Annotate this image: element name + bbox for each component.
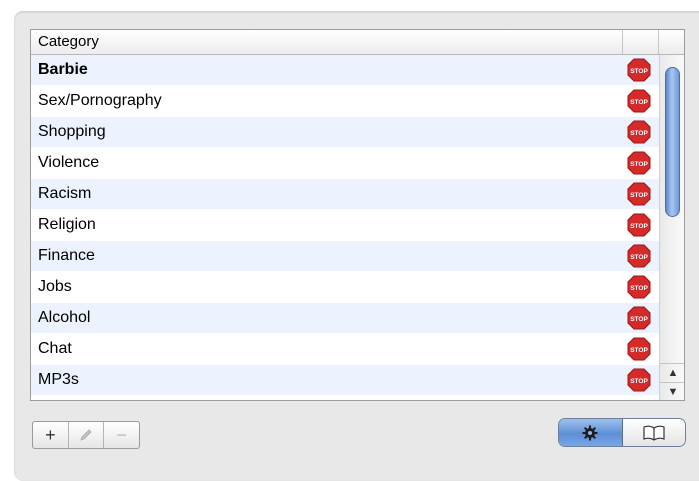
category-label: Racism	[38, 185, 92, 202]
stop-icon-text: STOP	[630, 223, 648, 230]
edit-buttons-group: + −	[32, 421, 140, 449]
add-button[interactable]: +	[33, 422, 69, 448]
stop-icon-text: STOP	[630, 285, 648, 292]
stop-icon-text: STOP	[630, 161, 648, 168]
stop-icon-text: STOP	[630, 130, 648, 137]
scroll-up-button[interactable]: ▲	[660, 363, 684, 382]
stop-icon[interactable]: STOP	[627, 244, 651, 268]
status-column-header[interactable]	[623, 30, 659, 54]
category-table: Category Barbie STOP Sex/Pornography STOP Sh…	[30, 29, 685, 401]
table-row[interactable]: MP3s STOP	[31, 365, 659, 396]
category-label: MP3s	[38, 371, 79, 388]
settings-view-button[interactable]	[559, 419, 623, 446]
stop-icon[interactable]: STOP	[627, 89, 651, 113]
table-row[interactable]: Sex/Pornography STOP	[31, 86, 659, 117]
category-label: Sex/Pornography	[38, 92, 162, 109]
category-label: Chat	[38, 340, 72, 357]
stop-icon-text: STOP	[630, 316, 648, 323]
stop-icon[interactable]: STOP	[627, 182, 651, 206]
category-column-header[interactable]: Category	[31, 30, 623, 54]
stop-icon[interactable]: STOP	[627, 120, 651, 144]
table-rows: Barbie STOP Sex/Pornography STOP Shopping STO…	[31, 55, 659, 396]
view-toggle	[558, 418, 686, 447]
category-label: Jobs	[38, 278, 72, 295]
category-label: Barbie	[38, 61, 88, 78]
stop-icon[interactable]: STOP	[627, 368, 651, 392]
table-row[interactable]: Jobs STOP	[31, 272, 659, 303]
remove-button[interactable]: −	[104, 422, 139, 448]
stop-icon[interactable]: STOP	[627, 151, 651, 175]
stop-icon[interactable]: STOP	[627, 213, 651, 237]
table-row[interactable]: Alcohol STOP	[31, 303, 659, 334]
scrollbar-thumb[interactable]	[665, 67, 680, 217]
stop-icon-text: STOP	[630, 347, 648, 354]
category-label: Alcohol	[38, 309, 91, 326]
category-label: Shopping	[38, 123, 106, 140]
stop-icon[interactable]: STOP	[627, 337, 651, 361]
stop-icon[interactable]: STOP	[627, 58, 651, 82]
table-row[interactable]: Finance STOP	[31, 241, 659, 272]
table-row[interactable]: Racism STOP	[31, 179, 659, 210]
pencil-icon	[80, 429, 92, 441]
table-row[interactable]: Barbie STOP	[31, 55, 659, 86]
book-icon	[643, 425, 665, 441]
category-label: Violence	[38, 154, 100, 171]
table-header: Category	[31, 30, 684, 55]
stop-icon-text: STOP	[630, 99, 648, 106]
table-row[interactable]: Violence STOP	[31, 148, 659, 179]
category-label: Religion	[38, 216, 96, 233]
book-view-button[interactable]	[622, 419, 685, 446]
stop-icon[interactable]: STOP	[627, 306, 651, 330]
category-label: Finance	[38, 247, 95, 264]
stop-icon-text: STOP	[630, 68, 648, 75]
gear-icon	[582, 425, 598, 440]
stop-icon[interactable]: STOP	[627, 275, 651, 299]
table-row[interactable]: Chat STOP	[31, 334, 659, 365]
table-row[interactable]: Shopping STOP	[31, 117, 659, 148]
stop-icon-text: STOP	[630, 378, 648, 385]
stop-icon-text: STOP	[630, 254, 648, 261]
vertical-scrollbar[interactable]: ▲ ▼	[659, 55, 684, 400]
scroll-down-button[interactable]: ▼	[660, 382, 684, 400]
header-corner	[659, 30, 684, 54]
stop-icon-text: STOP	[630, 192, 648, 199]
edit-button[interactable]	[69, 422, 105, 448]
table-row[interactable]: Religion STOP	[31, 210, 659, 241]
